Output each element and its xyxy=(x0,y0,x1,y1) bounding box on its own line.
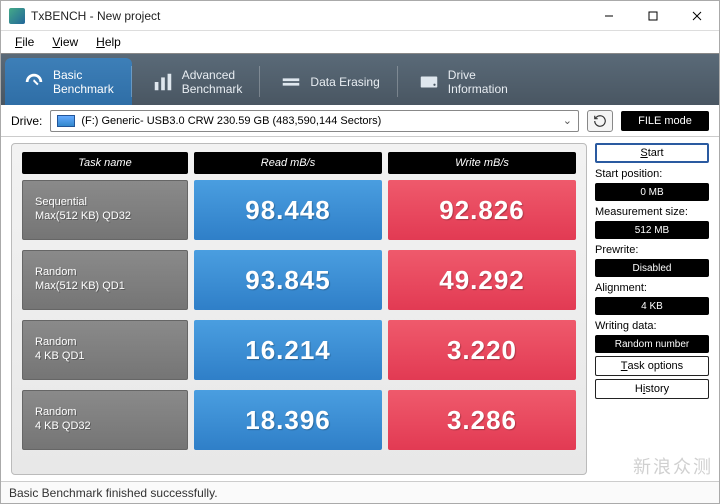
measurement-size-value[interactable]: 512 MB xyxy=(595,221,709,239)
drive-bar: Drive: (F:) Generic- USB3.0 CRW 230.59 G… xyxy=(1,105,719,137)
tab-label: BasicBenchmark xyxy=(53,68,114,96)
alignment-value[interactable]: 4 KB xyxy=(595,297,709,315)
drive-selected: (F:) Generic- USB3.0 CRW 230.59 GB (483,… xyxy=(81,115,381,127)
tab-label: Data Erasing xyxy=(310,75,379,89)
result-row: RandomMax(512 KB) QD193.84549.292 xyxy=(22,250,576,310)
task-cell: RandomMax(512 KB) QD1 xyxy=(22,250,188,310)
bars-icon xyxy=(152,71,174,93)
write-value: 3.286 xyxy=(388,390,576,450)
tab-data-erasing[interactable]: Data Erasing xyxy=(262,58,397,105)
titlebar: TxBENCH - New project xyxy=(1,1,719,31)
task-cell: SequentialMax(512 KB) QD32 xyxy=(22,180,188,240)
menubar: File View Help xyxy=(1,31,719,53)
start-button[interactable]: Start xyxy=(595,143,709,163)
gauge-icon xyxy=(23,71,45,93)
menu-view[interactable]: View xyxy=(44,33,86,51)
read-value: 16.214 xyxy=(194,320,382,380)
results-panel: Task name Read mB/s Write mB/s Sequentia… xyxy=(11,143,587,475)
result-row: SequentialMax(512 KB) QD3298.44892.826 xyxy=(22,180,576,240)
start-position-label: Start position: xyxy=(595,168,709,180)
task-cell: Random4 KB QD1 xyxy=(22,320,188,380)
tab-basic-benchmark[interactable]: BasicBenchmark xyxy=(5,58,132,105)
write-value: 49.292 xyxy=(388,250,576,310)
drive-icon xyxy=(418,71,440,93)
erase-icon xyxy=(280,71,302,93)
tab-label: DriveInformation xyxy=(448,68,508,96)
history-button[interactable]: History xyxy=(595,379,709,399)
status-text: Basic Benchmark finished successfully. xyxy=(9,486,218,500)
chevron-down-icon: ⌄ xyxy=(563,114,572,127)
app-icon xyxy=(9,8,25,24)
reload-icon xyxy=(593,114,607,128)
menu-file[interactable]: File xyxy=(7,33,42,51)
start-position-value[interactable]: 0 MB xyxy=(595,183,709,201)
start-label: tart xyxy=(648,147,664,159)
tab-label: AdvancedBenchmark xyxy=(182,68,243,96)
drive-select[interactable]: (F:) Generic- USB3.0 CRW 230.59 GB (483,… xyxy=(50,110,579,132)
prewrite-value[interactable]: Disabled xyxy=(595,259,709,277)
file-mode-button[interactable]: FILE mode xyxy=(621,111,709,131)
header-task: Task name xyxy=(22,152,188,174)
tab-advanced-benchmark[interactable]: AdvancedBenchmark xyxy=(134,58,261,105)
reload-button[interactable] xyxy=(587,110,613,132)
header-read: Read mB/s xyxy=(194,152,382,174)
drive-label: Drive: xyxy=(11,114,42,128)
header-write: Write mB/s xyxy=(388,152,576,174)
prewrite-label: Prewrite: xyxy=(595,244,709,256)
result-row: Random4 KB QD3218.3963.286 xyxy=(22,390,576,450)
tabbar: BasicBenchmark AdvancedBenchmark Data Er… xyxy=(1,53,719,105)
alignment-label: Alignment: xyxy=(595,282,709,294)
close-button[interactable] xyxy=(675,1,719,30)
statusbar: Basic Benchmark finished successfully. xyxy=(1,481,719,503)
writing-data-value[interactable]: Random number xyxy=(595,335,709,353)
minimize-button[interactable] xyxy=(587,1,631,30)
read-value: 18.396 xyxy=(194,390,382,450)
task-cell: Random4 KB QD32 xyxy=(22,390,188,450)
task-options-button[interactable]: Task options xyxy=(595,356,709,376)
maximize-button[interactable] xyxy=(631,1,675,30)
read-value: 98.448 xyxy=(194,180,382,240)
read-value: 93.845 xyxy=(194,250,382,310)
result-row: Random4 KB QD116.2143.220 xyxy=(22,320,576,380)
window-title: TxBENCH - New project xyxy=(31,9,587,23)
disk-icon xyxy=(57,115,75,127)
write-value: 3.220 xyxy=(388,320,576,380)
menu-help[interactable]: Help xyxy=(88,33,129,51)
write-value: 92.826 xyxy=(388,180,576,240)
tab-drive-information[interactable]: DriveInformation xyxy=(400,58,526,105)
measurement-size-label: Measurement size: xyxy=(595,206,709,218)
writing-data-label: Writing data: xyxy=(595,320,709,332)
sidebar: Start Start position: 0 MB Measurement s… xyxy=(595,143,709,475)
